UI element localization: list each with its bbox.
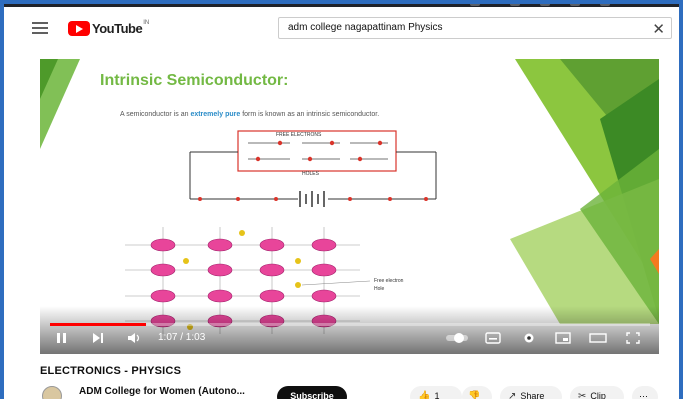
slide-subtitle: A semiconductor is an extremely pure for… <box>120 111 379 118</box>
scissors-icon: ✂ <box>578 391 587 399</box>
channel-avatar[interactable] <box>42 386 62 399</box>
legend-free-electron: Free electron <box>374 278 404 284</box>
subtitle-post: form is known as an intrinsic semiconduc… <box>242 111 380 118</box>
share-icon: ↗ <box>508 391 517 399</box>
play-pause-icon[interactable] <box>54 329 70 347</box>
next-icon[interactable] <box>90 329 106 347</box>
progress-bar[interactable] <box>50 323 650 326</box>
legend-hole: Hole <box>374 286 385 292</box>
autoplay-toggle-icon[interactable] <box>444 329 470 347</box>
more-actions-button[interactable]: ⋯ <box>632 386 658 399</box>
subtitles-icon[interactable] <box>484 329 502 347</box>
subtitle-pre: A semiconductor is an <box>120 111 189 118</box>
thumbs-up-icon: 👍 <box>418 391 431 399</box>
clip-button[interactable]: ✂ Clip <box>570 386 624 399</box>
miniplayer-icon[interactable] <box>554 329 572 347</box>
youtube-header: YouTube IN adm college nagapattinam Phys… <box>4 9 679 47</box>
video-player[interactable]: Intrinsic Semiconductor: A semiconductor… <box>40 59 659 354</box>
menu-icon[interactable] <box>32 22 48 34</box>
channel-name[interactable]: ADM College for Women (Autono... <box>79 386 245 397</box>
dislike-button[interactable]: 👎 <box>462 386 492 399</box>
fullscreen-icon[interactable] <box>624 329 642 347</box>
video-title: ELECTRONICS - PHYSICS <box>40 365 182 377</box>
share-button[interactable]: ↗ Share <box>500 386 562 399</box>
youtube-logo-icon <box>68 20 90 36</box>
clip-label: Clip <box>590 391 606 399</box>
logo-text: YouTube <box>92 20 143 36</box>
logo-country-code: IN <box>143 20 150 26</box>
subtitle-emphasis: extremely pure <box>190 111 241 118</box>
thumbs-down-icon: 👎 <box>468 391 481 399</box>
theater-mode-icon[interactable] <box>588 329 608 347</box>
progress-fill <box>50 323 146 326</box>
holes-label: HOLES <box>302 171 319 177</box>
search-input[interactable]: adm college nagapattinam Physics ✕ <box>278 17 672 39</box>
subscribe-button[interactable]: Subscribe <box>277 386 347 399</box>
volume-icon[interactable] <box>126 329 142 347</box>
share-label: Share <box>520 391 545 399</box>
like-count: 1 <box>434 391 440 399</box>
free-electrons-label: FREE ELECTRONS <box>276 132 322 138</box>
settings-icon[interactable] <box>520 329 538 347</box>
more-icon: ⋯ <box>639 391 648 399</box>
clear-search-icon[interactable]: ✕ <box>652 20 665 38</box>
slide-title: Intrinsic Semiconductor: <box>100 72 289 89</box>
like-button[interactable]: 👍 1 <box>410 386 462 399</box>
time-display: 1:07 / 1:03 <box>158 332 206 343</box>
youtube-logo[interactable]: YouTube IN <box>68 20 149 36</box>
search-query[interactable]: adm college nagapattinam Physics <box>288 22 443 33</box>
